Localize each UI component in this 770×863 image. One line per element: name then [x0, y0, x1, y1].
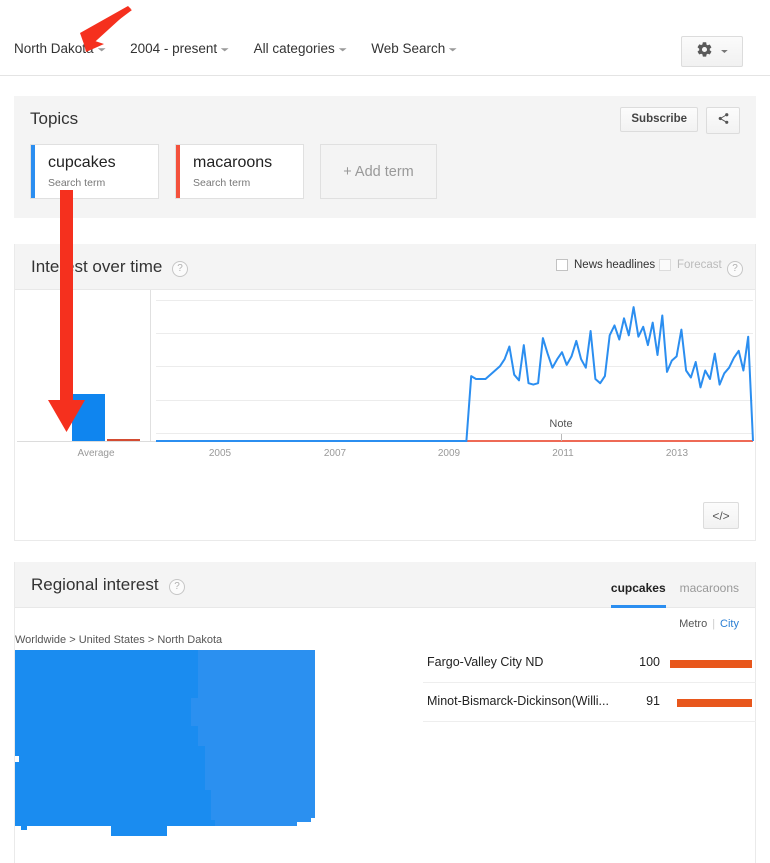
search-type-selector[interactable]: Web Search ▾ [371, 41, 458, 56]
chevron-down-icon: ▾ [220, 46, 229, 54]
embed-code-button[interactable]: </> [703, 502, 739, 529]
x-tick-label: 2013 [665, 448, 689, 459]
region-selector[interactable]: North Dakota ▾ [14, 41, 106, 56]
checkbox-box [556, 259, 568, 271]
category-selector[interactable]: All categories ▾ [253, 41, 347, 56]
term-subtitle: Search term [48, 177, 106, 189]
search-type-selector-label: Web Search [371, 41, 446, 56]
interest-over-time-title: Interest over time [31, 257, 163, 276]
settings-button[interactable]: ▾ [681, 36, 743, 67]
metro-option[interactable]: Metro [679, 618, 707, 630]
topics-header: Topics Subscribe [14, 96, 756, 142]
checkbox-box [659, 259, 671, 271]
x-tick-label: 2007 [323, 448, 347, 459]
help-icon[interactable]: ? [169, 579, 185, 595]
term-card-cupcakes[interactable]: cupcakes Search term [30, 144, 159, 199]
metro-city-toggle: Metro | City [679, 618, 739, 630]
nav-filter-group: North Dakota ▾ 2004 - present ▾ All catego… [14, 41, 482, 56]
table-row[interactable]: Fargo-Valley City ND 100 [423, 644, 756, 683]
term-subtitle: Search term [193, 177, 251, 189]
region-value: 91 [646, 694, 660, 708]
trends-chart[interactable]: Note Average 2005 2007 2009 2011 2013 [15, 290, 755, 495]
x-tick-label: 2011 [552, 448, 574, 459]
time-range-selector[interactable]: 2004 - present ▾ [130, 41, 229, 56]
help-icon[interactable]: ? [727, 261, 743, 277]
interest-over-time-panel: Interest over time ? News headlines Fore… [14, 244, 756, 541]
note-annotation[interactable]: Note [549, 418, 572, 430]
chevron-down-icon: ▾ [338, 46, 347, 54]
term-card-macaroons[interactable]: macaroons Search term [175, 144, 304, 199]
regional-interest-panel: Regional interest ? cupcakes macaroons M… [14, 562, 756, 863]
add-term-button[interactable]: + Add term [320, 144, 437, 199]
breadcrumb-separator: > [69, 634, 76, 646]
region-selector-label: North Dakota [14, 41, 94, 56]
regional-interest-header: Regional interest ? cupcakes macaroons [15, 562, 755, 608]
subscribe-button[interactable]: Subscribe [620, 107, 698, 132]
time-range-selector-label: 2004 - present [130, 41, 218, 56]
breadcrumb-united-states[interactable]: United States [79, 634, 145, 646]
interest-over-time-header: Interest over time ? News headlines Fore… [15, 244, 755, 290]
term-name: macaroons [193, 154, 273, 171]
forecast-label: Forecast [677, 259, 722, 271]
regional-breakdown-list: Fargo-Valley City ND 100 Minot-Bismarck-… [423, 644, 756, 722]
chevron-down-icon: ▾ [721, 48, 729, 55]
share-icon [717, 112, 730, 130]
breadcrumb-separator: > [147, 634, 155, 646]
top-navigation-bar: North Dakota ▾ 2004 - present ▾ All catego… [0, 0, 770, 76]
x-tick-label: 2009 [437, 448, 461, 459]
help-icon[interactable]: ? [172, 261, 188, 277]
regional-term-tabs: cupcakes macaroons [597, 562, 739, 608]
region-name: Fargo-Valley City ND [427, 655, 544, 669]
tab-cupcakes[interactable]: cupcakes [610, 562, 666, 608]
term-accent-bar [176, 145, 180, 198]
category-selector-label: All categories [253, 41, 335, 56]
tab-macaroons[interactable]: macaroons [680, 562, 739, 608]
table-row[interactable]: Minot-Bismarck-Dickinson(Willi... 91 [423, 683, 756, 722]
region-bar [677, 699, 752, 707]
breadcrumb: Worldwide > United States > North Dakota [15, 634, 222, 646]
topics-panel: Topics Subscribe cupcakes Search term ma… [14, 96, 756, 218]
share-button[interactable] [706, 107, 740, 134]
region-bar [670, 660, 752, 668]
map-region-fargo-valley-city [15, 650, 215, 836]
chevron-down-icon: ▾ [97, 46, 106, 54]
series-line-cupcakes [156, 306, 754, 442]
city-option[interactable]: City [720, 618, 739, 630]
topics-title: Topics [30, 109, 79, 128]
gear-icon [696, 41, 713, 63]
breadcrumb-worldwide[interactable]: Worldwide [15, 634, 66, 646]
toggle-divider: | [712, 618, 716, 630]
news-headlines-checkbox[interactable]: News headlines [556, 259, 655, 271]
regional-interest-title: Regional interest [31, 575, 159, 594]
term-name: cupcakes [48, 154, 116, 171]
search-terms-row: cupcakes Search term macaroons Search te… [30, 144, 437, 199]
forecast-checkbox: Forecast [659, 259, 722, 271]
region-value: 100 [639, 655, 660, 669]
x-tick-label: 2005 [208, 448, 232, 459]
term-accent-bar [31, 145, 35, 198]
x-tick-label: Average [77, 448, 115, 459]
region-name: Minot-Bismarck-Dickinson(Willi... [427, 694, 609, 708]
chevron-down-icon: ▾ [449, 46, 458, 54]
news-headlines-label: News headlines [574, 259, 656, 271]
note-tick [561, 434, 562, 441]
north-dakota-metro-map[interactable] [15, 650, 352, 862]
breadcrumb-north-dakota[interactable]: North Dakota [157, 634, 222, 646]
